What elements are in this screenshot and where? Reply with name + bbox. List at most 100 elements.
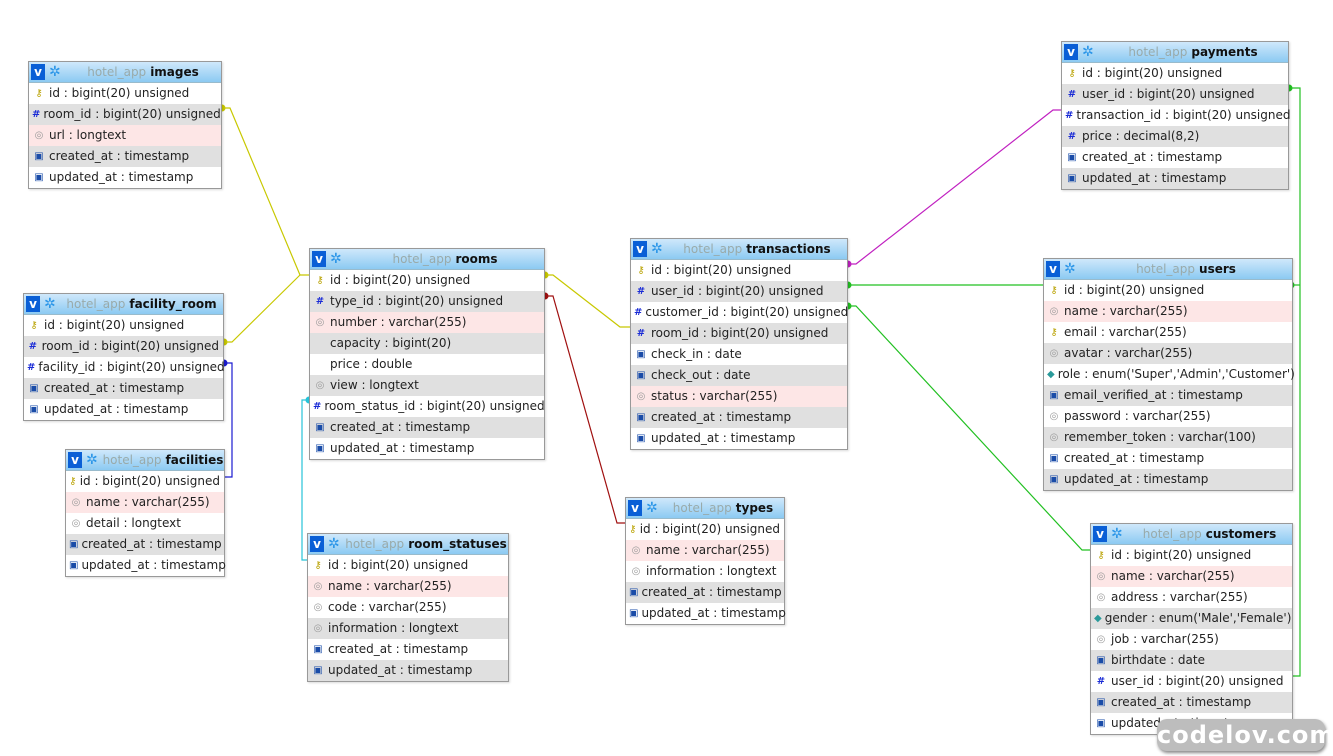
column-row[interactable]: ▣ created_at : timestamp: [66, 534, 224, 555]
table-facility_room[interactable]: v ✲ hotel_app facility_room ⚷ id : bigint(20)…: [23, 293, 225, 421]
table-header[interactable]: v ✲ hotel_app types: [626, 498, 784, 519]
column-row[interactable]: ▣updated_at : timestamp: [631, 428, 847, 449]
table-facilities[interactable]: v ✲ hotel_app facilities ⚷ id : bigint(20) un…: [65, 449, 226, 577]
column-row[interactable]: # transaction_id : bigint(20) unsigned: [1062, 105, 1290, 126]
column-row[interactable]: ◎ job : varchar(255): [1091, 629, 1292, 650]
column-row[interactable]: ⚷ id : bigint(20) unsigned: [626, 519, 784, 540]
table-header[interactable]: v ✲ hotel_app facilities: [66, 450, 224, 471]
column-row[interactable]: ⚷ id : bigint(20) unsigned: [1044, 280, 1292, 301]
column-row[interactable]: ⚷ id : bigint(20) unsigned: [308, 555, 508, 576]
column-row[interactable]: # room_id : bigint(20) unsigned: [24, 336, 223, 357]
column-row[interactable]: ◎ remember_token : varchar(100): [1044, 427, 1292, 448]
column-row[interactable]: # user_id : bigint(20) unsigned: [1062, 84, 1288, 105]
column-row[interactable]: # user_id : bigint(20) unsigned: [631, 281, 847, 302]
column-row[interactable]: # price : decimal(8,2): [1062, 126, 1288, 147]
column-row[interactable]: ◎ avatar : varchar(255): [1044, 343, 1292, 364]
column-row[interactable]: ⚷ id : bigint(20) unsigned: [66, 471, 224, 492]
table-types[interactable]: v ✲ hotel_app types ⚷ id : bigint(20) unsigne…: [625, 497, 786, 625]
toggle-button[interactable]: v: [1046, 261, 1060, 277]
column-row[interactable]: price : double: [310, 354, 544, 375]
table-header[interactable]: v ✲ hotel_app users: [1044, 259, 1292, 280]
toggle-button[interactable]: v: [312, 251, 326, 267]
gear-icon[interactable]: ✲: [651, 241, 667, 257]
column-row[interactable]: # customer_id : bigint(20) unsigned: [631, 302, 848, 323]
toggle-button[interactable]: v: [31, 64, 45, 80]
gear-icon[interactable]: ✲: [1082, 44, 1098, 60]
column-row[interactable]: ▣updated_at : timestamp: [66, 555, 226, 576]
column-row[interactable]: ◎ information : longtext: [308, 618, 508, 639]
table-images[interactable]: v ✲ hotel_app images ⚷ id : bigint(20) unsign…: [28, 61, 222, 189]
column-row[interactable]: ◎ view : longtext: [310, 375, 544, 396]
column-row[interactable]: ◆ role : enum('Super','Admin','Customer'): [1044, 364, 1295, 385]
column-row[interactable]: ▣ created_at : timestamp: [310, 417, 544, 438]
toggle-button[interactable]: v: [628, 500, 642, 516]
gear-icon[interactable]: ✲: [330, 251, 346, 267]
toggle-button[interactable]: v: [633, 241, 647, 257]
gear-icon[interactable]: ✲: [86, 452, 102, 468]
column-row[interactable]: ▣updated_at : timestamp: [1044, 469, 1292, 490]
column-row[interactable]: ▣ birthdate : date: [1091, 650, 1292, 671]
table-transactions[interactable]: v ✲ hotel_app transactions ⚷ id : bigint(20) …: [630, 238, 848, 450]
column-row[interactable]: ⚷ id : bigint(20) unsigned: [29, 83, 221, 104]
table-users[interactable]: v ✲ hotel_app users ⚷ id : bigint(20) unsigne…: [1043, 258, 1295, 491]
column-row[interactable]: ▣ created_at : timestamp: [308, 639, 508, 660]
column-row[interactable]: ◎ information : longtext: [626, 561, 784, 582]
table-payments[interactable]: v ✲ hotel_app payments ⚷ id : bigint(20) unsi…: [1061, 41, 1290, 190]
table-header[interactable]: v ✲ hotel_app payments: [1062, 42, 1288, 63]
column-row[interactable]: ▣updated_at : timestamp: [626, 603, 786, 624]
column-row[interactable]: ⚷ id : bigint(20) unsigned: [1091, 545, 1292, 566]
gear-icon[interactable]: ✲: [44, 296, 60, 312]
column-row[interactable]: ◎ address : varchar(255): [1091, 587, 1292, 608]
column-row[interactable]: # user_id : bigint(20) unsigned: [1091, 671, 1292, 692]
column-row[interactable]: ⚷ email : varchar(255): [1044, 322, 1292, 343]
toggle-button[interactable]: v: [68, 452, 82, 468]
column-row[interactable]: ▣ created_at : timestamp: [1062, 147, 1288, 168]
column-row[interactable]: ▣updated_at : timestamp: [310, 438, 544, 459]
column-row[interactable]: ⚷ id : bigint(20) unsigned: [631, 260, 847, 281]
table-rooms[interactable]: v ✲ hotel_app rooms ⚷ id : bigint(20) unsigne…: [309, 248, 545, 460]
column-row[interactable]: ▣ created_at : timestamp: [626, 582, 784, 603]
column-row[interactable]: ◎ number : varchar(255): [310, 312, 544, 333]
table-room_statuses[interactable]: v ✲ hotel_app room_statuses ⚷ id : bigint(20)…: [307, 533, 509, 682]
column-row[interactable]: ◎ name : varchar(255): [1044, 301, 1292, 322]
column-row[interactable]: ⚷ id : bigint(20) unsigned: [24, 315, 223, 336]
column-row[interactable]: ▣ created_at : timestamp: [631, 407, 847, 428]
table-header[interactable]: v ✲ hotel_app customers: [1091, 524, 1292, 545]
column-row[interactable]: ◎ name : varchar(255): [626, 540, 784, 561]
column-row[interactable]: # room_status_id : bigint(20) unsigned: [310, 396, 545, 417]
column-row[interactable]: ▣ email_verified_at : timestamp: [1044, 385, 1292, 406]
column-row[interactable]: ⚷ id : bigint(20) unsigned: [1062, 63, 1288, 84]
column-row[interactable]: ◎ detail : longtext: [66, 513, 224, 534]
table-header[interactable]: v ✲ hotel_app images: [29, 62, 221, 83]
column-row[interactable]: ◎ name : varchar(255): [66, 492, 224, 513]
gear-icon[interactable]: ✲: [328, 536, 344, 552]
table-header[interactable]: v ✲ hotel_app facility_room: [24, 294, 223, 315]
column-row[interactable]: ◎ name : varchar(255): [1091, 566, 1292, 587]
column-row[interactable]: capacity : bigint(20): [310, 333, 544, 354]
table-header[interactable]: v ✲ hotel_app transactions: [631, 239, 847, 260]
column-row[interactable]: # room_id : bigint(20) unsigned: [29, 104, 221, 125]
column-row[interactable]: ▣updated_at : timestamp: [308, 660, 508, 681]
column-row[interactable]: ▣ created_at : timestamp: [1091, 692, 1292, 713]
toggle-button[interactable]: v: [26, 296, 40, 312]
table-header[interactable]: v ✲ hotel_app rooms: [310, 249, 544, 270]
column-row[interactable]: ◆ gender : enum('Male','Female'): [1091, 608, 1292, 629]
column-row[interactable]: ▣updated_at : timestamp: [29, 167, 221, 188]
column-row[interactable]: ▣ created_at : timestamp: [29, 146, 221, 167]
toggle-button[interactable]: v: [310, 536, 324, 552]
column-row[interactable]: ▣ check_out : date: [631, 365, 847, 386]
column-row[interactable]: # room_id : bigint(20) unsigned: [631, 323, 847, 344]
gear-icon[interactable]: ✲: [1111, 526, 1127, 542]
column-row[interactable]: ⚷ id : bigint(20) unsigned: [310, 270, 544, 291]
column-row[interactable]: ◎ url : longtext: [29, 125, 221, 146]
toggle-button[interactable]: v: [1093, 526, 1107, 542]
gear-icon[interactable]: ✲: [646, 500, 662, 516]
column-row[interactable]: ▣ created_at : timestamp: [1044, 448, 1292, 469]
column-row[interactable]: # facility_id : bigint(20) unsigned: [24, 357, 225, 378]
column-row[interactable]: ◎ code : varchar(255): [308, 597, 508, 618]
column-row[interactable]: ▣updated_at : timestamp: [1062, 168, 1288, 189]
toggle-button[interactable]: v: [1064, 44, 1078, 60]
column-row[interactable]: ▣updated_at : timestamp: [24, 399, 223, 420]
gear-icon[interactable]: ✲: [1064, 261, 1080, 277]
column-row[interactable]: ▣ created_at : timestamp: [24, 378, 223, 399]
